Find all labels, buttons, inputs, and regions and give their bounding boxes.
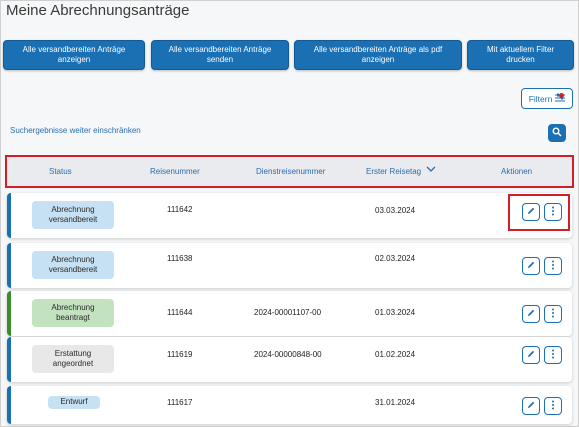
dienstreisenummer-cell: 2024-00000848-00	[254, 350, 322, 359]
kebab-menu-icon	[551, 260, 555, 272]
filter-button[interactable]: Filtern	[521, 88, 573, 109]
send-ready-requests-button[interactable]: Alle versandbereiten Anträge senden	[151, 40, 289, 70]
table-row[interactable]: Entwurf 111617 31.01.2024	[7, 386, 572, 424]
pencil-icon	[526, 260, 536, 272]
edit-button[interactable]	[522, 397, 540, 415]
dienstreisenummer-cell: 2024-00001107-00	[254, 308, 322, 317]
edit-button[interactable]	[522, 203, 540, 221]
button-label-line1: Alle versandbereiten Anträge	[22, 45, 126, 54]
button-label-line1: Mit aktuellem Filter	[486, 45, 555, 54]
edit-button[interactable]	[522, 346, 540, 364]
table-row[interactable]: Erstattung angeordnet 111619 2024-0000084…	[7, 337, 572, 382]
column-header-reisenummer[interactable]: Reisenummer	[150, 167, 200, 176]
more-options-button[interactable]	[544, 203, 562, 221]
filter-label: Filtern	[528, 93, 553, 104]
erster-reisetag-cell: 03.03.2024	[375, 206, 416, 215]
column-header-dienstreisenummer[interactable]: Dienstreisenummer	[256, 167, 325, 176]
status-line1: Erstattung	[54, 348, 92, 358]
status-badge: Abrechnung versandbereit	[32, 251, 114, 279]
kebab-menu-icon	[551, 400, 555, 412]
button-label-line2: senden	[206, 55, 234, 64]
status-line1: Entwurf	[60, 397, 88, 407]
table-row[interactable]: Abrechnung versandbereit 111638 02.03.202…	[7, 243, 572, 288]
table-row[interactable]: Abrechnung versandbereit 111642 03.03.202…	[7, 193, 572, 238]
reisenummer-cell: 111644	[167, 308, 193, 317]
edit-button[interactable]	[522, 257, 540, 275]
erster-reisetag-cell: 02.03.2024	[375, 254, 416, 263]
button-label-line1: Alle versandbereiten Anträge als pdf	[313, 45, 443, 54]
search-button[interactable]	[548, 124, 566, 142]
status-line2: versandbereit	[48, 215, 98, 224]
show-ready-requests-pdf-button[interactable]: Alle versandbereiten Anträge als pdf anze…	[294, 40, 462, 70]
more-options-button[interactable]	[544, 305, 562, 323]
status-badge: Erstattung angeordnet	[32, 345, 114, 373]
reisenummer-cell: 111617	[167, 398, 193, 407]
status-line1: Abrechnung	[51, 254, 95, 264]
page-title: Meine Abrechnungsanträge	[6, 2, 190, 19]
table-row[interactable]: Abrechnung beantragt 111644 2024-00001107…	[7, 291, 572, 336]
erster-reisetag-cell: 01.03.2024	[375, 308, 416, 317]
pencil-icon	[526, 349, 536, 361]
status-line1: Abrechnung	[51, 204, 95, 214]
button-label-line2: anzeigen	[57, 55, 91, 64]
pencil-icon	[526, 206, 536, 218]
kebab-menu-icon	[551, 206, 555, 218]
chevron-down-icon[interactable]	[426, 165, 436, 175]
column-header-erster-reisetag[interactable]: Erster Reisetag	[366, 167, 421, 176]
status-badge: Abrechnung versandbereit	[32, 201, 114, 229]
status-badge: Abrechnung beantragt	[32, 299, 114, 327]
status-line2: versandbereit	[48, 265, 98, 274]
more-options-button[interactable]	[544, 346, 562, 364]
reisenummer-cell: 111619	[167, 350, 193, 359]
more-options-button[interactable]	[544, 397, 562, 415]
table-header: Status Reisenummer Dienstreisenummer Ers…	[5, 155, 574, 188]
status-badge: Entwurf	[48, 396, 100, 409]
search-icon	[552, 124, 562, 142]
column-header-status[interactable]: Status	[49, 167, 72, 176]
show-ready-requests-button[interactable]: Alle versandbereiten Anträge anzeigen	[3, 40, 145, 70]
column-header-aktionen: Aktionen	[501, 167, 533, 176]
button-label-line2: anzeigen	[361, 55, 395, 64]
pencil-icon	[526, 400, 536, 412]
reisenummer-cell: 111638	[167, 254, 193, 263]
button-label-line2: drucken	[506, 55, 535, 64]
kebab-menu-icon	[551, 308, 555, 320]
print-with-filter-button[interactable]: Mit aktuellem Filter drucken	[467, 40, 574, 70]
erster-reisetag-cell: 31.01.2024	[375, 398, 416, 407]
kebab-menu-icon	[551, 349, 555, 361]
status-line2: angeordnet	[52, 359, 94, 368]
refine-search-link[interactable]: Suchergebnisse weiter einschränken	[10, 126, 141, 135]
erster-reisetag-cell: 01.02.2024	[375, 350, 416, 359]
reisenummer-cell: 111642	[167, 205, 193, 214]
status-line2: beantragt	[56, 313, 90, 322]
more-options-button[interactable]	[544, 257, 562, 275]
pencil-icon	[526, 308, 536, 320]
filter-active-indicator	[559, 93, 564, 98]
status-line1: Abrechnung	[51, 302, 95, 312]
button-label-line1: Alle versandbereiten Anträge	[168, 45, 272, 54]
edit-button[interactable]	[522, 305, 540, 323]
